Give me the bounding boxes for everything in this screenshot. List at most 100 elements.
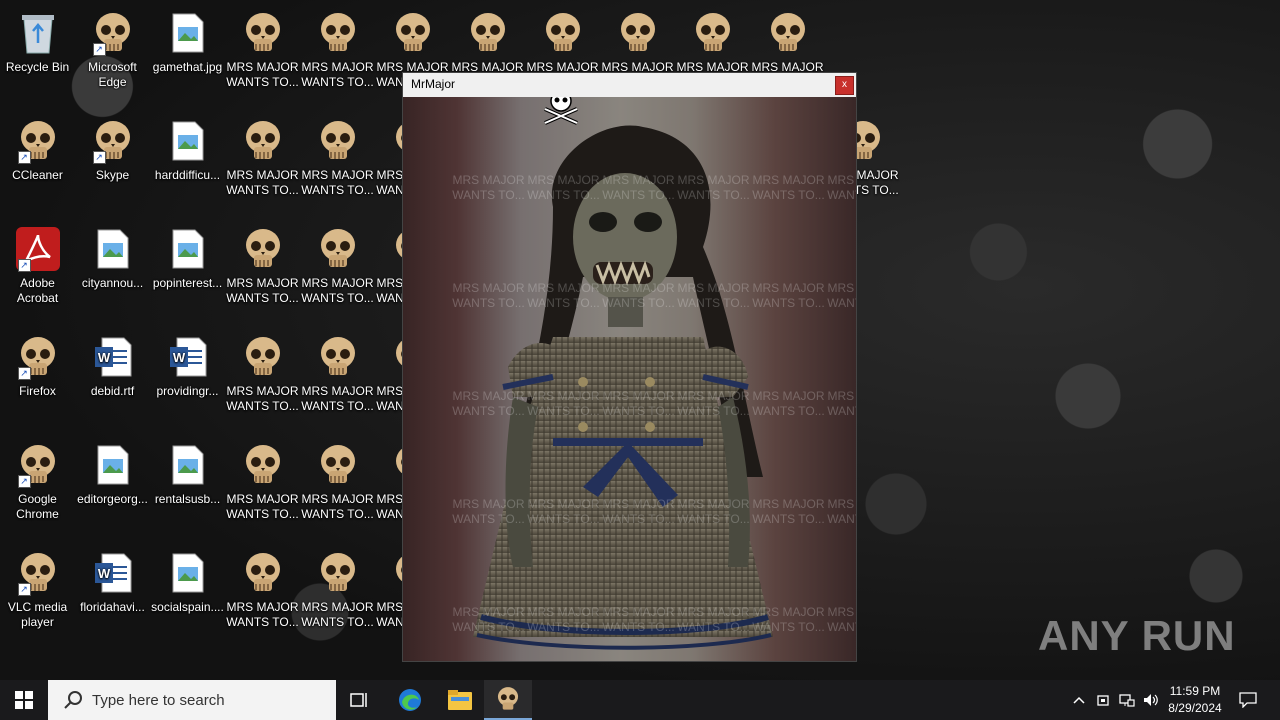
ghost-icon-label: MRS MAJOR WANTS TO...	[752, 389, 825, 418]
network-tray-button[interactable]	[1116, 680, 1138, 720]
desktop-icon-label: Microsoft Edge	[88, 60, 137, 89]
taskbar: Type here to search 11:59 PM 8/29/2024	[0, 680, 1280, 720]
ghost-icon-label: MRS MAJOR WANTS TO...	[752, 605, 825, 634]
skull-icon	[241, 226, 285, 272]
skull-icon	[241, 550, 285, 596]
desktop-icon[interactable]: MRS MAJOR WANTS TO...	[300, 544, 375, 648]
desktop-icon-label: socialspain....	[151, 600, 224, 614]
skull-icon: ↗	[16, 550, 60, 596]
close-button[interactable]: x	[835, 76, 854, 95]
edge-taskbar-button[interactable]	[386, 680, 434, 720]
desktop-icon[interactable]: Wdebid.rtf	[75, 328, 150, 432]
skull-app-button[interactable]	[484, 680, 532, 720]
clock[interactable]: 11:59 PM 8/29/2024	[1158, 683, 1232, 717]
desktop-icon[interactable]: Wprovidingr...	[150, 328, 225, 432]
desktop-icon[interactable]: MRS MAJOR WANTS TO...	[300, 220, 375, 324]
desktop-icon[interactable]: Wfloridahavi...	[75, 544, 150, 648]
image-file-icon	[166, 550, 210, 596]
desktop-icon[interactable]: editorgeorg...	[75, 436, 150, 540]
ghost-icon-label: MRS MAJOR WANTS TO...	[452, 281, 525, 310]
desktop-icon[interactable]: MRS MAJOR WANTS TO...	[225, 328, 300, 432]
recycle-bin-icon	[16, 10, 60, 56]
image-file-icon	[91, 442, 135, 488]
ghost-icon-label: MRS MAJOR WANTS TO...	[677, 281, 750, 310]
mrmajor-window[interactable]: MrMajor x MRS MAJOR WANTS TO... MRS MAJO…	[402, 72, 857, 662]
usb-tray-button[interactable]	[1092, 680, 1114, 720]
desktop-icon[interactable]: MRS MAJOR WANTS TO...	[300, 328, 375, 432]
desktop-icon[interactable]: MRS MAJOR WANTS TO...	[225, 436, 300, 540]
desktop-icon[interactable]: ↗ Google Chrome	[0, 436, 75, 540]
ghost-icon-label: MRS MAJOR WANTS TO...	[602, 173, 675, 202]
desktop-icon[interactable]: ↗ Adobe Acrobat	[0, 220, 75, 324]
skull-icon	[241, 442, 285, 488]
svg-text:W: W	[172, 350, 185, 365]
word-doc-icon: W	[91, 334, 135, 380]
desktop-icon[interactable]: ↗ VLC media player	[0, 544, 75, 648]
desktop-icon-label: MRS MAJOR WANTS TO...	[226, 168, 299, 197]
task-view-button[interactable]	[336, 680, 384, 720]
ghost-icon-label: MRS MAJOR WANTS TO...	[677, 497, 750, 526]
ghost-icon-label: MRS MAJOR WANTS TO...	[527, 497, 600, 526]
skull-icon	[466, 10, 510, 56]
desktop-icon[interactable]: socialspain....	[150, 544, 225, 648]
show-hidden-icons-button[interactable]	[1068, 680, 1090, 720]
windows-logo-icon	[15, 691, 33, 709]
skull-icon	[241, 334, 285, 380]
skull-icon	[316, 550, 360, 596]
skull-icon	[241, 118, 285, 164]
desktop-icon[interactable]: MRS MAJOR WANTS TO...	[300, 112, 375, 216]
skull-icon	[616, 10, 660, 56]
ghost-icon-label: MRS MAJOR WANTS TO...	[527, 605, 600, 634]
desktop-icon-label: MRS MAJOR WANTS TO...	[301, 384, 374, 413]
desktop-icon[interactable]: popinterest...	[150, 220, 225, 324]
desktop-icon[interactable]: rentalsusb...	[150, 436, 225, 540]
desktop-icon[interactable]: ↗ Microsoft Edge	[75, 4, 150, 108]
desktop-icon[interactable]: MRS MAJOR WANTS TO...	[225, 544, 300, 648]
search-box[interactable]: Type here to search	[48, 680, 336, 720]
skull-icon	[766, 10, 810, 56]
clock-date: 8/29/2024	[1168, 701, 1222, 715]
desktop-icon[interactable]: Recycle Bin	[0, 4, 75, 108]
anyrun-watermark: ANY RUN	[1038, 612, 1236, 659]
file-explorer-button[interactable]	[436, 680, 484, 720]
desktop-icon-label: MRS MAJOR WANTS TO...	[226, 276, 299, 305]
desktop-icon-label: CCleaner	[12, 168, 63, 182]
desktop-icon-label: MRS MAJOR WANTS TO...	[226, 384, 299, 413]
shortcut-arrow-icon: ↗	[17, 151, 31, 164]
clock-time: 11:59 PM	[1169, 684, 1221, 698]
ghost-icon-label: MRS MAJOR WANTS TO...	[677, 605, 750, 634]
desktop-icon[interactable]: harddifficu...	[150, 112, 225, 216]
desktop-icon[interactable]: MRS MAJOR WANTS TO...	[300, 4, 375, 108]
word-doc-icon: W	[91, 550, 135, 596]
shortcut-arrow-icon: ↗	[92, 43, 106, 56]
window-titlebar[interactable]: MrMajor x	[403, 73, 856, 97]
desktop-icon[interactable]: MRS MAJOR WANTS TO...	[300, 436, 375, 540]
desktop-icon-label: MRS MAJOR WANTS TO...	[226, 60, 299, 89]
shortcut-arrow-icon: ↗	[17, 367, 31, 380]
volume-icon	[1144, 694, 1158, 706]
skull-icon	[316, 118, 360, 164]
desktop-icon[interactable]: ↗ Firefox	[0, 328, 75, 432]
desktop-icon-label: Recycle Bin	[5, 60, 70, 74]
skull-icon	[316, 334, 360, 380]
desktop-icon[interactable]: ↗ CCleaner	[0, 112, 75, 216]
desktop-icon[interactable]: MRS MAJOR WANTS TO...	[225, 220, 300, 324]
image-file-icon	[166, 118, 210, 164]
skull-icon: ↗	[16, 442, 60, 488]
desktop-icon-label: editorgeorg...	[77, 492, 148, 506]
image-file-icon	[166, 10, 210, 56]
desktop-icon[interactable]: gamethat.jpg	[150, 4, 225, 108]
skull-icon: ↗	[91, 118, 135, 164]
notifications-button[interactable]	[1234, 680, 1262, 720]
desktop-icon[interactable]: MRS MAJOR WANTS TO...	[225, 112, 300, 216]
svg-text:W: W	[97, 350, 110, 365]
network-icon	[1119, 694, 1135, 707]
desktop-icon-label: MRS MAJOR WANTS TO...	[301, 600, 374, 629]
desktop-icon[interactable]: ↗ Skype	[75, 112, 150, 216]
desktop-icon[interactable]: MRS MAJOR WANTS TO...	[225, 4, 300, 108]
desktop-icon[interactable]: cityannou...	[75, 220, 150, 324]
skull-icon: ↗	[91, 10, 135, 56]
window-title: MrMajor	[411, 77, 455, 91]
desktop-icon-label: Firefox	[19, 384, 56, 398]
start-button[interactable]	[0, 680, 48, 720]
